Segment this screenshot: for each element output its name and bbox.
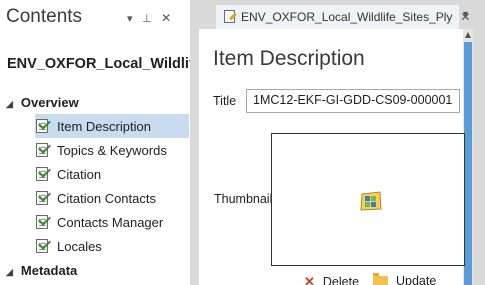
delete-label: Delete (322, 275, 360, 285)
tree-item-citation-contacts[interactable]: Citation Contacts (35, 186, 189, 210)
tree-item-label: Citation Contacts (57, 190, 156, 206)
tree-group-label: Metadata (20, 263, 78, 278)
thumbnail-label: Thumbnail (214, 192, 273, 206)
expand-caret-icon[interactable]: ◢ (6, 267, 13, 277)
tree-item-label: Item Description (57, 118, 151, 134)
update-label: Update (396, 274, 437, 285)
expand-caret-icon[interactable]: ◢ (6, 99, 13, 109)
scrollbar-thumb[interactable] (464, 42, 472, 285)
metadata-check-icon (35, 141, 51, 158)
tree-item-topics-keywords[interactable]: Topics & Keywords (35, 138, 189, 162)
contents-title: Contents (6, 6, 83, 27)
tree-group-metadata[interactable]: ◢ Metadata (6, 263, 77, 278)
folder-icon (373, 272, 388, 285)
tree-item-label: Topics & Keywords (57, 142, 167, 158)
dropdown-icon[interactable]: ▾ (127, 12, 133, 25)
map-thumbnail-icon (360, 191, 382, 211)
tree-item-label: Citation (57, 166, 102, 182)
metadata-check-icon (35, 213, 51, 230)
tab-menu-icon[interactable]: ▾ (463, 9, 468, 20)
update-button[interactable]: Update (373, 272, 437, 285)
page-title: Item Description (213, 47, 365, 70)
contents-pane: Contents ▾ ⊥ ✕ ENV_OXFOR_Local_Wildlif..… (0, 0, 190, 285)
metadata-check-icon (35, 237, 51, 254)
tree-group-overview[interactable]: ◢ Overview (6, 95, 79, 110)
tree-item-citation[interactable]: Citation (35, 162, 189, 186)
scroll-up-icon[interactable]: ▲ (463, 29, 473, 41)
metadata-check-icon (35, 165, 51, 182)
tree-item-locales[interactable]: Locales (35, 234, 189, 258)
contents-pane-controls: ▾ ⊥ ✕ (127, 11, 177, 25)
tree-item-label: Locales (57, 238, 102, 254)
tab-metadata-document[interactable]: ENV_OXFOR_Local_Wildlife_Sites_Ply ✕ (216, 5, 470, 29)
tree-item-item-description[interactable]: Item Description (35, 114, 189, 138)
title-label: Title (213, 94, 237, 108)
item-name-heading: ENV_OXFOR_Local_Wildlif... (7, 56, 190, 72)
delete-button[interactable]: ✕ Delete (304, 274, 359, 285)
close-icon[interactable]: ✕ (161, 11, 171, 25)
delete-icon: ✕ (304, 274, 315, 285)
metadata-check-icon (35, 189, 51, 206)
tab-label: ENV_OXFOR_Local_Wildlife_Sites_Ply (241, 10, 453, 24)
pin-icon[interactable]: ⊥ (142, 12, 152, 25)
metadata-check-icon (35, 117, 51, 134)
tree-group-label: Overview (20, 95, 79, 110)
tree-item-label: Contacts Manager (57, 214, 164, 230)
title-field[interactable]: 1MC12-EKF-GI-GDD-CS09-000001 (246, 89, 460, 113)
edit-metadata-icon (223, 10, 237, 24)
tree-item-contacts-manager[interactable]: Contacts Manager (35, 210, 189, 234)
